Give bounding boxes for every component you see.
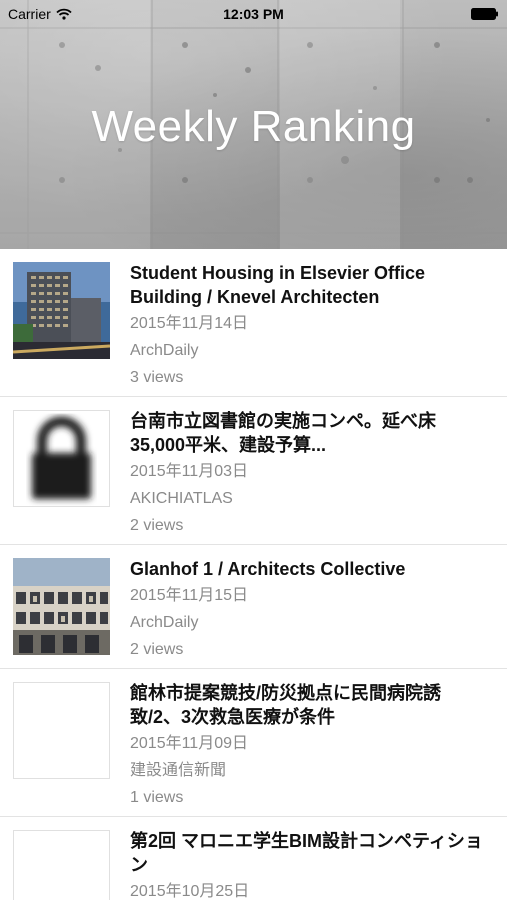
item-source: ArchDaily bbox=[130, 614, 199, 631]
item-source: ArchDaily bbox=[130, 342, 199, 359]
list-item[interactable]: Student Housing in Elsevier Office Build… bbox=[0, 249, 507, 397]
list-item[interactable]: 館林市提案競技/防災拠点に民間病院誘致/2、3次救急医療が条件 2015年11月… bbox=[0, 669, 507, 817]
building-photo bbox=[13, 262, 110, 359]
item-title[interactable]: 第2回 マロニエ学生BIM設計コンペティション bbox=[130, 829, 487, 877]
item-views: 1 views bbox=[130, 789, 184, 806]
item-date: 2015年11月14日 bbox=[130, 315, 249, 332]
battery-icon bbox=[471, 8, 498, 20]
list-item[interactable]: 台南市立図書館の実施コンペ。延べ床35,000平米、建設予算... 2015年1… bbox=[0, 397, 507, 545]
item-views: 3 views bbox=[130, 369, 184, 386]
item-date: 2015年11月15日 bbox=[130, 587, 249, 604]
item-text: 台南市立図書館の実施コンペ。延べ床35,000平米、建設予算... 2015年1… bbox=[130, 409, 487, 539]
item-title[interactable]: 台南市立図書館の実施コンペ。延べ床35,000平米、建設予算... bbox=[130, 409, 487, 457]
item-title[interactable]: Glanhof 1 / Architects Collective bbox=[130, 557, 487, 581]
item-source: 建設通信新聞 bbox=[130, 762, 227, 779]
status-bar: Carrier 12:03 PM bbox=[0, 0, 507, 28]
building-facade-photo bbox=[13, 558, 110, 655]
item-date: 2015年11月09日 bbox=[130, 735, 249, 752]
item-text: 第2回 マロニエ学生BIM設計コンペティション 2015年10月25日 bbox=[130, 829, 487, 900]
list-item[interactable]: 第2回 マロニエ学生BIM設計コンペティション 2015年10月25日 bbox=[0, 817, 507, 900]
item-title[interactable]: Student Housing in Elsevier Office Build… bbox=[130, 261, 487, 309]
status-time: 12:03 PM bbox=[223, 6, 284, 22]
list-item[interactable]: Glanhof 1 / Architects Collective 2015年1… bbox=[0, 545, 507, 669]
lock-icon bbox=[13, 410, 110, 507]
item-text: Student Housing in Elsevier Office Build… bbox=[130, 261, 487, 391]
item-views: 2 views bbox=[130, 641, 184, 658]
blank-thumbnail bbox=[13, 682, 110, 779]
item-date: 2015年10月25日 bbox=[130, 883, 250, 900]
item-source: AKICHIATLAS bbox=[130, 490, 233, 507]
ranking-list: Student Housing in Elsevier Office Build… bbox=[0, 249, 507, 900]
item-date: 2015年11月03日 bbox=[130, 463, 249, 480]
item-text: 館林市提案競技/防災拠点に民間病院誘致/2、3次救急医療が条件 2015年11月… bbox=[130, 681, 487, 811]
screen: Carrier 12:03 PM Weekly Ranking Student … bbox=[0, 0, 507, 900]
page-title: Weekly Ranking bbox=[91, 102, 416, 151]
header-banner: Carrier 12:03 PM Weekly Ranking bbox=[0, 0, 507, 249]
item-text: Glanhof 1 / Architects Collective 2015年1… bbox=[130, 557, 487, 663]
item-title[interactable]: 館林市提案競技/防災拠点に民間病院誘致/2、3次救急医療が条件 bbox=[130, 681, 487, 729]
blank-thumbnail bbox=[13, 830, 110, 900]
item-views: 2 views bbox=[130, 517, 184, 534]
